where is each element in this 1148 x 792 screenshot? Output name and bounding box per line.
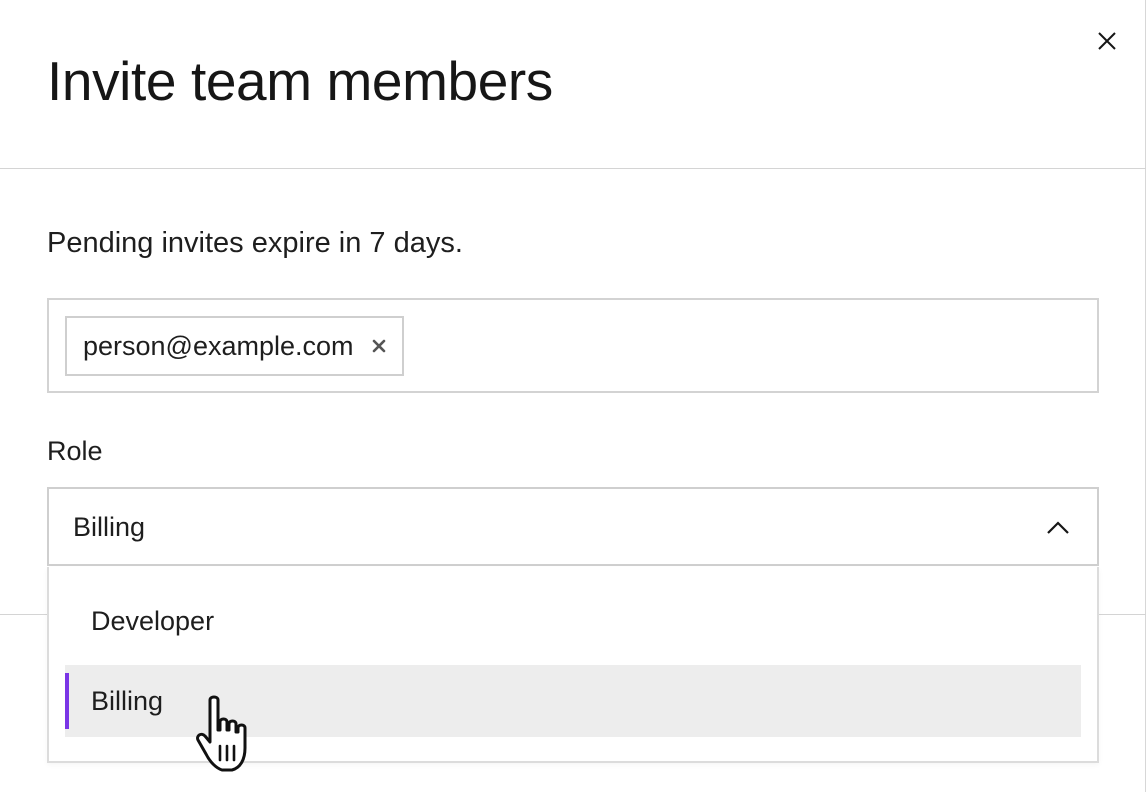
invite-modal: Invite team members Pending invites expi… bbox=[0, 0, 1146, 792]
modal-title: Invite team members bbox=[47, 50, 553, 112]
modal-body: Pending invites expire in 7 days. person… bbox=[0, 170, 1146, 615]
role-option-developer[interactable]: Developer bbox=[65, 585, 1081, 657]
close-icon bbox=[1098, 32, 1116, 50]
role-option-label: Billing bbox=[91, 686, 164, 716]
email-chip-label: person@example.com bbox=[83, 331, 354, 361]
remove-email-button[interactable] bbox=[370, 337, 388, 355]
close-button[interactable] bbox=[1092, 26, 1122, 56]
modal-header: Invite team members bbox=[0, 0, 1146, 169]
role-dropdown-menu: Developer Billing bbox=[47, 567, 1099, 763]
email-input[interactable]: person@example.com bbox=[47, 298, 1099, 393]
selected-accent-bar bbox=[65, 673, 69, 729]
role-select[interactable]: Billing bbox=[47, 487, 1099, 566]
chevron-up-icon bbox=[1045, 515, 1071, 541]
invite-description: Pending invites expire in 7 days. bbox=[47, 227, 463, 259]
role-option-billing[interactable]: Billing bbox=[65, 665, 1081, 737]
role-label: Role bbox=[47, 436, 103, 466]
email-chip: person@example.com bbox=[65, 316, 404, 376]
remove-icon bbox=[372, 339, 385, 353]
role-select-value: Billing bbox=[73, 512, 146, 542]
role-option-label: Developer bbox=[91, 606, 215, 636]
